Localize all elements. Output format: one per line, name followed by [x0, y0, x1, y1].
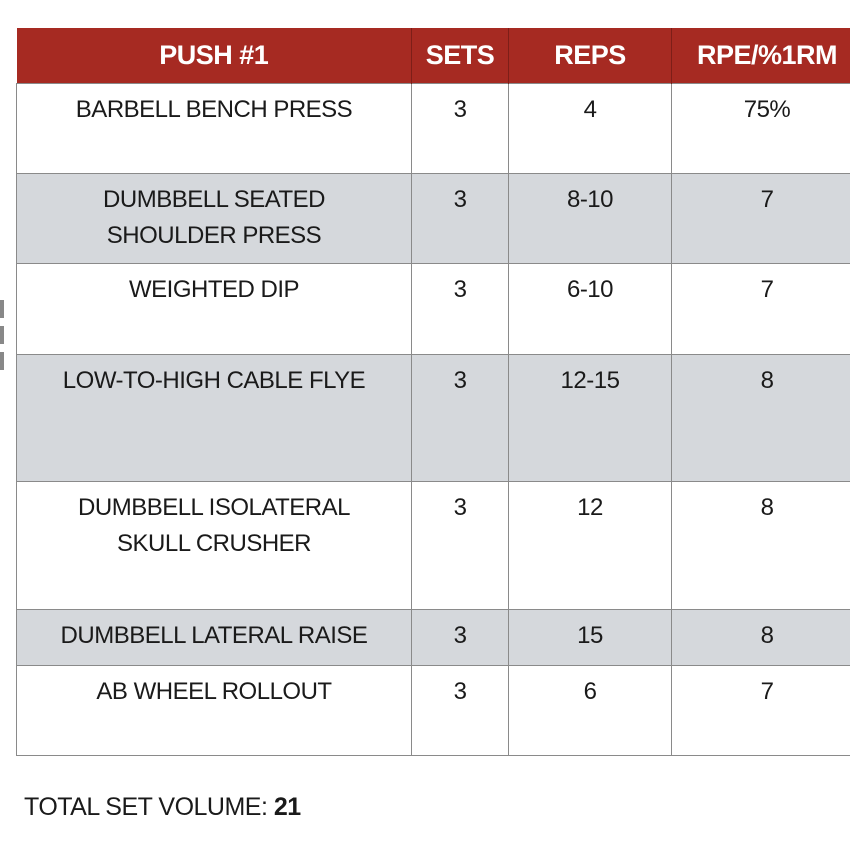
sets-cell: 3 [411, 609, 509, 666]
intensity-cell: 7 [671, 263, 850, 355]
sets-cell: 3 [411, 481, 509, 610]
sets-cell: 3 [411, 665, 509, 756]
exercise-cell: BARBELL BENCH PRESS [16, 83, 412, 174]
table-row: DUMBBELL LATERAL RAISE 3 15 8 [16, 609, 850, 666]
header-intensity: RPE/%1RM [671, 28, 850, 84]
table-row: DUMBBELL ISOLATERAL SKULL CRUSHER 3 12 8 [16, 481, 850, 610]
intensity-cell: 7 [671, 665, 850, 756]
table-row: WEIGHTED DIP 3 6-10 7 [16, 263, 850, 355]
total-value: 21 [273, 793, 301, 821]
edge-mark [0, 326, 4, 344]
intensity-cell: 8 [671, 354, 850, 482]
workout-table: PUSH #1 SETS REPS RPE/%1RM BARBELL BENCH… [16, 28, 850, 756]
exercise-cell: LOW-TO-HIGH CABLE FLYE [16, 354, 412, 482]
intensity-cell: 8 [671, 481, 850, 610]
intensity-cell: 7 [671, 173, 850, 264]
sets-cell: 3 [411, 173, 509, 264]
table-row: LOW-TO-HIGH CABLE FLYE 3 12-15 8 [16, 354, 850, 482]
reps-cell: 8-10 [508, 173, 672, 264]
exercise-cell: DUMBBELL ISOLATERAL SKULL CRUSHER [16, 481, 412, 610]
sets-cell: 3 [411, 83, 509, 174]
sets-cell: 3 [411, 263, 509, 355]
reps-cell: 12 [508, 481, 672, 610]
exercise-cell: DUMBBELL LATERAL RAISE [16, 609, 412, 666]
exercise-cell: AB WHEEL ROLLOUT [16, 665, 412, 756]
reps-cell: 15 [508, 609, 672, 666]
header-sets: SETS [411, 28, 509, 84]
reps-cell: 12-15 [508, 354, 672, 482]
edge-mark [0, 352, 4, 370]
total-label: TOTAL SET VOLUME: [24, 793, 268, 821]
header-reps: REPS [508, 28, 672, 84]
header-exercise: PUSH #1 [16, 28, 412, 84]
intensity-cell: 75% [671, 83, 850, 174]
page-edge-marks [0, 300, 4, 378]
sets-cell: 3 [411, 354, 509, 482]
total-set-volume: TOTAL SET VOLUME: 21 [24, 793, 301, 822]
table-row: AB WHEEL ROLLOUT 3 6 7 [16, 665, 850, 756]
reps-cell: 6 [508, 665, 672, 756]
intensity-cell: 8 [671, 609, 850, 666]
exercise-cell: WEIGHTED DIP [16, 263, 412, 355]
edge-mark [0, 300, 4, 318]
workout-table-container: PUSH #1 SETS REPS RPE/%1RM BARBELL BENCH… [16, 28, 850, 756]
header-row: PUSH #1 SETS REPS RPE/%1RM [16, 28, 850, 84]
exercise-cell: DUMBBELL SEATED SHOULDER PRESS [16, 173, 412, 264]
reps-cell: 4 [508, 83, 672, 174]
table-row: BARBELL BENCH PRESS 3 4 75% [16, 83, 850, 174]
table-row: DUMBBELL SEATED SHOULDER PRESS 3 8-10 7 [16, 173, 850, 264]
reps-cell: 6-10 [508, 263, 672, 355]
